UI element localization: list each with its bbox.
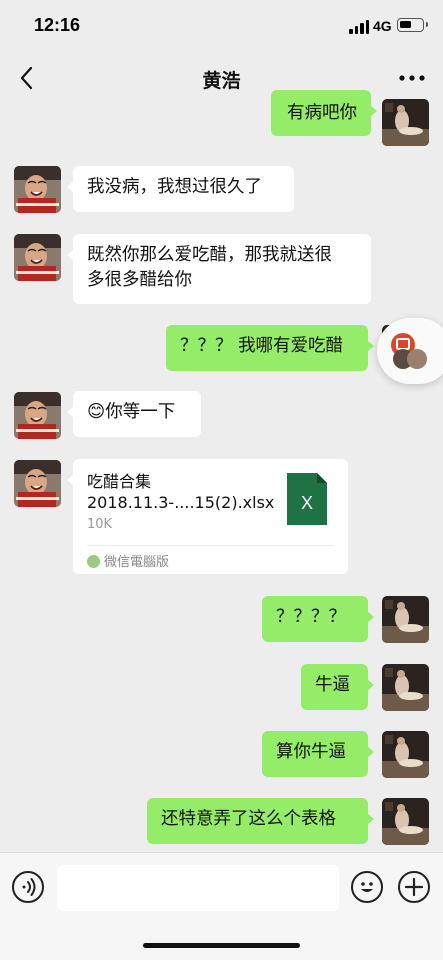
message-bubble[interactable]: 我没病，我想过很久了 — [67, 166, 294, 212]
avatar-contact[interactable] — [14, 392, 61, 439]
avatar-contact[interactable] — [14, 460, 61, 507]
status-bar: 12:16 4G — [0, 0, 443, 52]
message-bubble[interactable]: 既然你那么爱吃醋，那我就送很 多很多醋给你 — [67, 234, 371, 304]
more-button[interactable] — [397, 66, 427, 90]
network-label: 4G — [373, 18, 392, 34]
file-name-line: 吃醋合集 — [87, 472, 152, 491]
emoji-icon — [361, 882, 373, 892]
file-name: 吃醋合集 2018.11.3-....15(2).xlsx — [87, 471, 277, 513]
floating-window-icon — [391, 333, 427, 369]
avatar-self[interactable] — [382, 596, 429, 643]
avatar-contact[interactable] — [14, 234, 61, 281]
smile-emoji-icon: 😊 — [87, 402, 106, 422]
message-text-line: 多很多醋给你 — [87, 270, 192, 290]
file-name-line: 2018.11.3-....15(2).xlsx — [87, 493, 275, 512]
plus-icon — [404, 877, 424, 897]
wechat-mini-icon — [87, 555, 100, 568]
avatar-self[interactable] — [382, 798, 429, 845]
home-indicator — [143, 943, 300, 948]
file-source: 微信電腦版 — [87, 551, 169, 570]
file-message-card[interactable]: 吃醋合集 2018.11.3-....15(2).xlsx 10K X 微信電腦… — [67, 459, 348, 574]
message-text-line: 既然你那么爱吃醋，那我就送很 — [87, 245, 332, 265]
message-bubble[interactable]: 算你牛逼 — [262, 731, 374, 777]
voice-button[interactable] — [12, 871, 44, 903]
message-bubble[interactable]: 😊你等一下 — [67, 391, 201, 437]
avatar-self[interactable] — [382, 731, 429, 778]
emoji-button[interactable] — [351, 871, 383, 903]
excel-letter: X — [301, 493, 313, 513]
file-size: 10K — [87, 517, 113, 532]
message-input[interactable] — [57, 865, 339, 911]
status-time: 12:16 — [34, 15, 81, 35]
more-dots-icon — [399, 75, 425, 81]
avatar-self[interactable] — [382, 664, 429, 711]
chat-header: 黄浩 — [0, 52, 443, 104]
chat-title: 黄浩 — [202, 70, 241, 92]
signal-icon — [349, 20, 369, 34]
message-bubble[interactable]: ？？？？ — [262, 596, 374, 642]
file-source-label: 微信電腦版 — [104, 555, 170, 570]
floating-window-button[interactable] — [377, 318, 443, 384]
more-functions-button[interactable] — [398, 871, 430, 903]
divider — [87, 545, 334, 546]
battery-icon — [397, 18, 428, 32]
message-bubble[interactable]: ？？？ 我哪有爱吃醋 — [166, 325, 374, 371]
message-text: 你等一下 — [105, 402, 176, 422]
message-bubble[interactable]: 还特意弄了这么个表格 — [147, 798, 374, 844]
message-bubble[interactable]: 有病吧你 — [271, 90, 377, 136]
avatar-self[interactable] — [382, 99, 429, 146]
message-bubble[interactable]: 牛逼 — [301, 664, 374, 710]
excel-file-icon: X — [287, 473, 327, 525]
voice-icon — [22, 878, 36, 896]
avatar-contact[interactable] — [14, 166, 61, 213]
